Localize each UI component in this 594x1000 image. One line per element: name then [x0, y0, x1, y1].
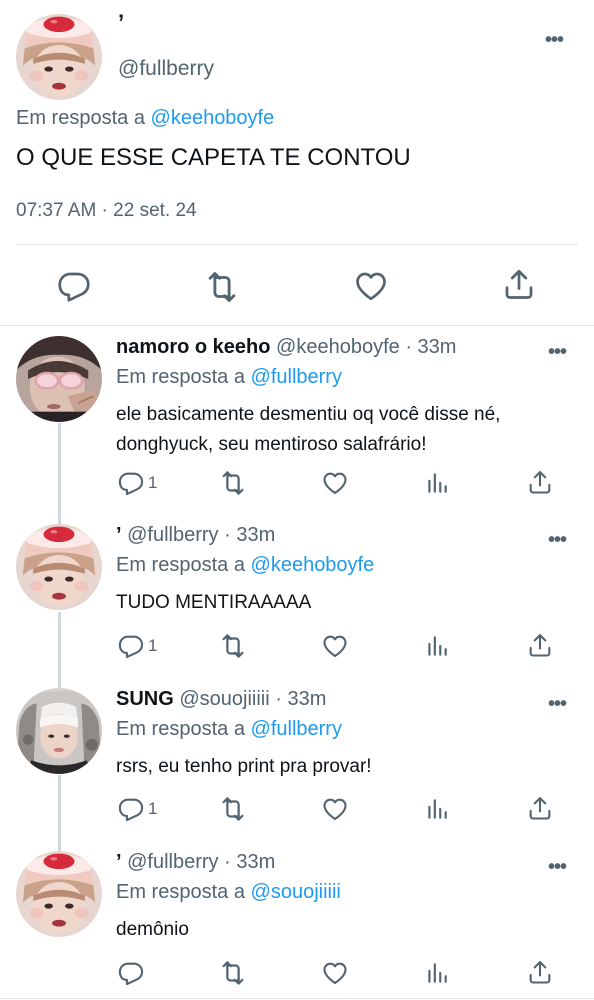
action-bar: 1 — [0, 631, 594, 661]
reply-context: Em resposta a @fullberry — [116, 366, 342, 389]
avatar[interactable] — [16, 688, 102, 774]
retweet-icon[interactable] — [218, 794, 248, 824]
reply-header: namoro o keeho @keehoboyfe · 33m — [116, 336, 456, 359]
reply-to-link[interactable]: @fullberry — [251, 366, 342, 388]
share-icon[interactable] — [526, 958, 554, 986]
reply-tweet: namoro o keeho @keehoboyfe · 33m ••• Em … — [0, 336, 594, 501]
timestamp[interactable]: 07:37 AM · 22 set. 24 — [16, 200, 197, 222]
heart-icon[interactable] — [321, 795, 349, 823]
reply-icon[interactable] — [117, 469, 145, 497]
tweet-text: demônio — [116, 919, 189, 940]
avatar[interactable] — [16, 14, 102, 100]
tweet-text: ele basicamente desmentiu oq você disse … — [116, 404, 501, 455]
reply-icon[interactable] — [117, 795, 145, 823]
avatar[interactable] — [16, 524, 102, 610]
reply-to-link[interactable]: @fullberry — [251, 718, 342, 740]
views-icon[interactable] — [424, 796, 450, 822]
heart-icon[interactable] — [321, 959, 349, 987]
reply-count: 1 — [148, 636, 158, 655]
section-divider — [0, 998, 594, 999]
main-tweet: ’ @fullberry ••• Em resposta a @keehoboy… — [0, 0, 594, 325]
views-icon[interactable] — [424, 470, 450, 496]
avatar[interactable] — [16, 851, 102, 937]
display-name[interactable]: ’ — [118, 10, 124, 36]
reply-context: Em resposta a @keehoboyfe — [116, 554, 374, 577]
more-icon[interactable]: ••• — [548, 342, 567, 362]
display-name[interactable]: ’ — [116, 851, 122, 873]
reply-icon[interactable] — [117, 632, 145, 660]
reply-prefix: Em resposta a — [16, 107, 145, 129]
reply-to-link[interactable]: @keehoboyfe — [251, 554, 375, 576]
reply-icon[interactable] — [56, 268, 92, 304]
reply-tweet: SUNG @souojiiiii · 33m ••• Em resposta a… — [0, 688, 594, 828]
reply-icon[interactable] — [117, 959, 145, 987]
reply-header: ’ @fullberry · 33m — [116, 851, 275, 874]
views-icon[interactable] — [424, 960, 450, 986]
reply-prefix: Em resposta a — [116, 554, 245, 576]
action-bar — [0, 958, 594, 988]
heart-icon[interactable] — [353, 268, 389, 304]
tweet-text: rsrs, eu tenho print pra provar! — [116, 756, 372, 777]
reply-context: Em resposta a @keehoboyfe — [16, 107, 274, 130]
more-icon[interactable]: ••• — [548, 530, 567, 550]
tweet-text: TUDO MENTIRAAAAA — [116, 592, 312, 613]
display-name[interactable]: ’ — [116, 524, 122, 546]
reply-to-link[interactable]: @souojiiiii — [251, 881, 341, 903]
display-name[interactable]: SUNG — [116, 688, 174, 710]
reply-context: Em resposta a @fullberry — [116, 718, 342, 741]
action-bar: 1 — [0, 794, 594, 824]
avatar[interactable] — [16, 336, 102, 422]
share-icon[interactable] — [526, 631, 554, 659]
handle-time[interactable]: @fullberry · 33m — [127, 524, 275, 546]
share-icon[interactable] — [501, 266, 537, 302]
reply-header: ’ @fullberry · 33m — [116, 524, 275, 547]
action-bar — [0, 262, 594, 308]
reply-to-link[interactable]: @keehoboyfe — [151, 107, 275, 129]
heart-icon[interactable] — [321, 632, 349, 660]
more-icon[interactable]: ••• — [545, 30, 564, 50]
retweet-icon[interactable] — [218, 468, 248, 498]
user-handle[interactable]: @fullberry — [118, 57, 214, 81]
views-icon[interactable] — [424, 633, 450, 659]
reply-context: Em resposta a @souojiiiii — [116, 881, 341, 904]
reply-header: SUNG @souojiiiii · 33m — [116, 688, 326, 711]
retweet-icon[interactable] — [218, 958, 248, 988]
reply-count: 1 — [148, 799, 158, 818]
heart-icon[interactable] — [321, 469, 349, 497]
reply-prefix: Em resposta a — [116, 718, 245, 740]
handle-time[interactable]: @souojiiiii · 33m — [179, 688, 326, 710]
more-icon[interactable]: ••• — [548, 694, 567, 714]
tweet-text: O QUE ESSE CAPETA TE CONTOU — [16, 144, 411, 171]
handle-time[interactable]: @keehoboyfe · 33m — [276, 336, 456, 358]
share-icon[interactable] — [526, 468, 554, 496]
reply-tweet: ’ @fullberry · 33m ••• Em resposta a @ke… — [0, 524, 594, 664]
retweet-icon[interactable] — [218, 631, 248, 661]
more-icon[interactable]: ••• — [548, 857, 567, 877]
divider — [16, 244, 578, 245]
share-icon[interactable] — [526, 794, 554, 822]
reply-count: 1 — [148, 473, 158, 492]
retweet-icon[interactable] — [203, 268, 241, 306]
display-name[interactable]: namoro o keeho — [116, 336, 270, 358]
section-divider — [0, 325, 594, 326]
reply-prefix: Em resposta a — [116, 881, 245, 903]
reply-prefix: Em resposta a — [116, 366, 245, 388]
handle-time[interactable]: @fullberry · 33m — [127, 851, 275, 873]
action-bar: 1 — [0, 468, 594, 498]
reply-tweet: ’ @fullberry · 33m ••• Em resposta a @so… — [0, 851, 594, 996]
